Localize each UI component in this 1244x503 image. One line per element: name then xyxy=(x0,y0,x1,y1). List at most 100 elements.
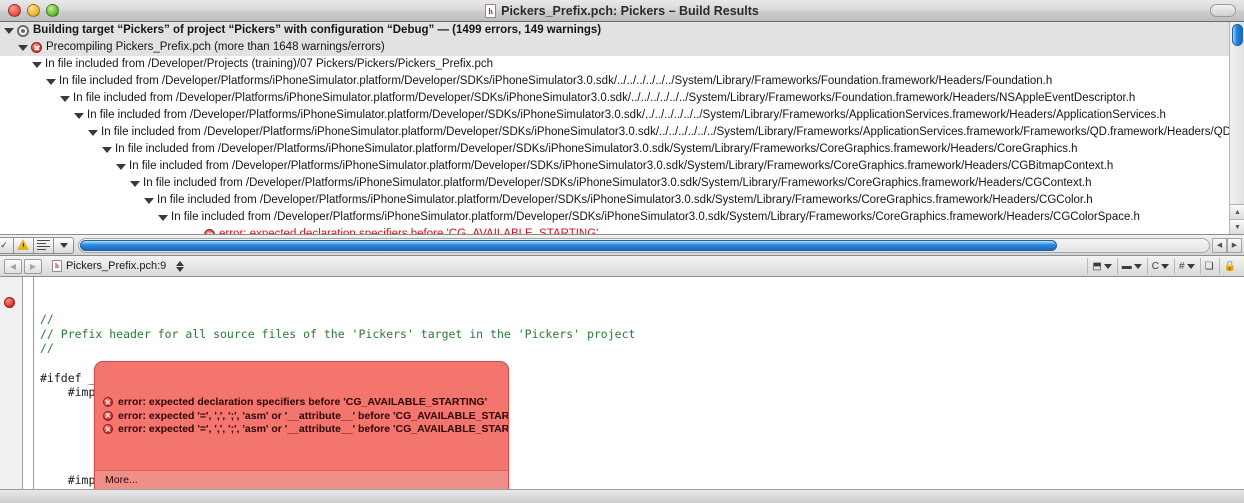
build-log-row[interactable]: In file included from /Developer/Platfor… xyxy=(0,175,1229,192)
filter-options-button[interactable] xyxy=(54,236,74,254)
error-icon xyxy=(103,397,113,408)
disclosure-triangle-icon[interactable] xyxy=(116,163,126,170)
editor-nav-right-icons: ⬒ ▬ C # ❏ 🔒 xyxy=(1087,258,1240,274)
build-log-row-text: In file included from /Developer/Platfor… xyxy=(129,160,1114,172)
split-editor-icon[interactable]: ❏ xyxy=(1199,258,1218,274)
file-icon: h xyxy=(52,260,62,272)
chevron-down-icon xyxy=(1133,263,1142,269)
zoom-button[interactable] xyxy=(46,4,59,17)
inline-error-item[interactable]: error: expected declaration specifiers b… xyxy=(103,396,500,409)
chevron-down-icon xyxy=(1186,263,1195,269)
inline-error-item[interactable]: error: expected '=', ',', ';', 'asm' or … xyxy=(103,423,508,436)
editor-nav-bar: ◀ ▶ h Pickers_Prefix.pch:9 ⬒ ▬ C # ❏ 🔒 xyxy=(0,256,1244,277)
target-icon xyxy=(17,24,29,37)
editor-text-area[interactable]: //// Prefix header for all source files … xyxy=(34,277,1244,503)
counterpart-icon-glyph: C xyxy=(1151,260,1160,272)
inline-error-item[interactable]: error: expected '=', ',', ';', 'asm' or … xyxy=(103,410,508,423)
build-log-row-text: In file included from /Developer/Platfor… xyxy=(87,109,1166,121)
hscroll-right-icon[interactable]: ▶ xyxy=(1227,237,1242,253)
build-log-row[interactable]: In file included from /Developer/Platfor… xyxy=(0,73,1229,90)
lock-icon-glyph: 🔒 xyxy=(1223,260,1236,272)
filter-warnings-button[interactable]: ! xyxy=(14,236,34,254)
disclosure-triangle-icon[interactable] xyxy=(32,61,42,68)
filter-all-button[interactable]: ✓ xyxy=(0,236,14,254)
window-controls xyxy=(0,4,59,17)
disclosure-triangle-icon[interactable] xyxy=(102,146,112,153)
nav-forward-button[interactable]: ▶ xyxy=(24,258,42,274)
log-vertical-scrollbar[interactable]: ▲ ▼ xyxy=(1229,22,1244,234)
chevron-down-icon xyxy=(59,242,68,248)
error-icon xyxy=(31,42,42,53)
line-stepper[interactable] xyxy=(176,260,185,272)
inline-error-bubble[interactable]: error: expected declaration specifiers b… xyxy=(94,361,509,503)
disclosure-triangle-icon[interactable] xyxy=(74,112,84,119)
code-comment: // Prefix header for all source files of… xyxy=(40,326,636,341)
title-bar: h Pickers_Prefix.pch: Pickers – Build Re… xyxy=(0,0,1244,22)
disclosure-triangle-icon[interactable] xyxy=(144,197,154,204)
build-log-row[interactable]: Precompiling Pickers_Prefix.pch (more th… xyxy=(0,39,1229,56)
disclosure-triangle-icon[interactable] xyxy=(46,78,56,85)
include-popup-icon-glyph: ⬒ xyxy=(1092,260,1102,272)
build-log-row[interactable]: In file included from /Developer/Platfor… xyxy=(0,141,1229,158)
build-log-row-text: In file included from /Developer/Project… xyxy=(45,58,494,70)
build-log-row[interactable]: In file included from /Developer/Project… xyxy=(0,56,1229,73)
build-results-window: h Pickers_Prefix.pch: Pickers – Build Re… xyxy=(0,0,1244,503)
build-log-row[interactable]: In file included from /Developer/Platfor… xyxy=(0,192,1229,209)
build-log-row-text: In file included from /Developer/Platfor… xyxy=(115,143,1078,155)
build-log-row[interactable]: In file included from /Developer/Platfor… xyxy=(0,107,1229,124)
disclosure-triangle-icon[interactable] xyxy=(60,95,70,102)
split-editor-icon-glyph: ❏ xyxy=(1204,260,1214,272)
bookmark-icon[interactable]: # xyxy=(1174,258,1199,274)
window-bottom-edge xyxy=(0,489,1244,503)
build-log-row-text: In file included from /Developer/Platfor… xyxy=(143,177,1092,189)
log-scroll-buttons: ▲ ▼ xyxy=(1230,204,1244,234)
build-log-rows: Building target “Pickers” of project “Pi… xyxy=(0,22,1229,234)
nav-back-button[interactable]: ◀ xyxy=(4,258,22,274)
title-center-group: h Pickers_Prefix.pch: Pickers – Build Re… xyxy=(0,0,1244,21)
editor-error-gutter[interactable] xyxy=(0,277,22,503)
scroll-up-icon[interactable]: ▲ xyxy=(1230,204,1244,219)
disclosure-triangle-icon[interactable] xyxy=(130,180,140,187)
toolbar-toggle-button[interactable] xyxy=(1210,4,1236,17)
hscroll-left-icon[interactable]: ◀ xyxy=(1212,237,1227,253)
log-horizontal-scroll-thumb[interactable] xyxy=(80,239,1057,251)
build-log-row[interactable]: In file included from /Developer/Platfor… xyxy=(0,209,1229,226)
disclosure-triangle-icon[interactable] xyxy=(88,129,98,136)
code-comment: // xyxy=(40,341,54,356)
lock-icon[interactable]: 🔒 xyxy=(1218,258,1240,274)
build-log-row-text: Building target “Pickers” of project “Pi… xyxy=(33,24,602,36)
code-line: // Prefix header for all source files of… xyxy=(40,327,1244,342)
code-editor[interactable]: //// Prefix header for all source files … xyxy=(0,277,1244,503)
inline-error-text: error: expected '=', ',', ';', 'asm' or … xyxy=(118,423,509,436)
code-line: // xyxy=(40,341,1244,356)
editor-fold-gutter[interactable] xyxy=(22,277,34,503)
build-log-row[interactable]: error: expected declaration specifiers b… xyxy=(0,226,1229,234)
build-log-row[interactable]: Building target “Pickers” of project “Pi… xyxy=(0,22,1229,39)
build-log-row[interactable]: In file included from /Developer/Platfor… xyxy=(0,90,1229,107)
close-button[interactable] xyxy=(8,4,21,17)
scroll-down-icon[interactable]: ▼ xyxy=(1230,219,1244,234)
build-log-pane[interactable]: Building target “Pickers” of project “Pi… xyxy=(0,22,1244,235)
code-comment: // xyxy=(40,312,54,327)
function-popup-icon-glyph: ▬ xyxy=(1121,260,1132,272)
disclosure-triangle-icon[interactable] xyxy=(18,44,28,51)
minimize-button[interactable] xyxy=(27,4,40,17)
build-log-row[interactable]: In file included from /Developer/Platfor… xyxy=(0,158,1229,175)
build-log-row[interactable]: In file included from /Developer/Platfor… xyxy=(0,124,1229,141)
document-icon: h xyxy=(485,3,497,18)
gutter-error-icon[interactable] xyxy=(4,297,15,308)
disclosure-triangle-icon[interactable] xyxy=(4,27,14,34)
function-popup-icon[interactable]: ▬ xyxy=(1116,258,1146,274)
editor-file-selector[interactable]: h Pickers_Prefix.pch:9 xyxy=(52,260,185,272)
build-log-row-text: Precompiling Pickers_Prefix.pch (more th… xyxy=(46,41,385,53)
include-popup-icon[interactable]: ⬒ xyxy=(1087,258,1115,274)
build-log-row-text: In file included from /Developer/Platfor… xyxy=(101,126,1229,138)
filter-list-button[interactable] xyxy=(34,236,54,254)
log-vertical-scroll-thumb[interactable] xyxy=(1232,24,1243,46)
warning-triangle-icon: ! xyxy=(17,239,30,251)
editor-file-label: Pickers_Prefix.pch:9 xyxy=(66,260,167,272)
inline-error-more-link[interactable]: More... xyxy=(95,469,508,490)
counterpart-icon[interactable]: C xyxy=(1146,258,1173,274)
log-horizontal-scrollbar[interactable] xyxy=(78,237,1210,253)
disclosure-triangle-icon[interactable] xyxy=(158,214,168,221)
